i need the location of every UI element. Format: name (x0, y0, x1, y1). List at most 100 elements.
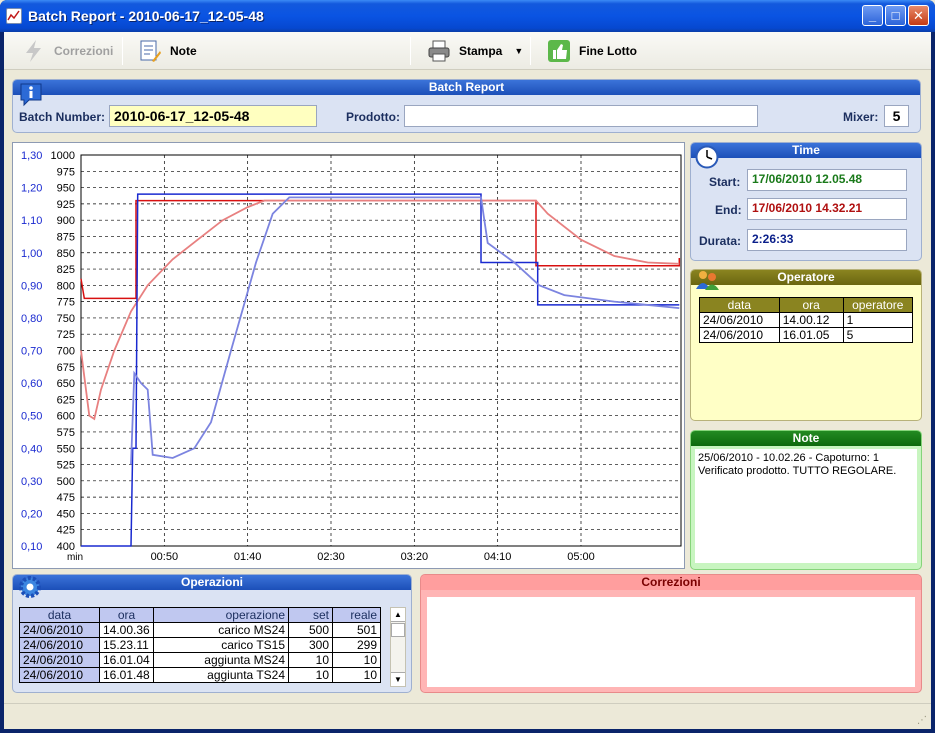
table-row[interactable]: 24/06/2010 16.01.48 aggiunta TS24 10 10 (19, 667, 381, 683)
x-tick-label: 01:40 (234, 551, 262, 563)
y-right-tick-label: 1,30 (21, 150, 42, 162)
table-cell: 10 (288, 652, 333, 668)
end-label: End: (715, 203, 742, 217)
client-area: Correzioni Note Stampa ▼ Fine Lotto Batc… (4, 32, 931, 729)
operazioni-col-set[interactable]: set (288, 607, 333, 623)
window-title: Batch Report - 2010-06-17_12-05-48 (28, 8, 264, 24)
y-left-tick-label: 900 (57, 215, 75, 227)
table-cell: 10 (332, 667, 381, 683)
mixer-label: Mixer: (843, 110, 879, 124)
y-right-tick-label: 0,90 (21, 280, 42, 292)
table-row[interactable]: 24/06/2010 16.01.04 aggiunta MS24 10 10 (19, 652, 381, 668)
operatore-col-operatore[interactable]: operatore (842, 297, 914, 313)
info-icon (19, 81, 43, 110)
table-row[interactable]: 24/06/2010 15.23.11 carico TS15 300 299 (19, 637, 381, 653)
y-right-tick-label: 1,00 (21, 248, 42, 260)
y-right-tick-label: 1,20 (21, 183, 42, 195)
operazioni-col-operazione[interactable]: operazione (153, 607, 289, 623)
batch-report-panel: Batch Report Batch Number: 2010-06-17_12… (12, 79, 921, 133)
durata-field[interactable]: 2:26:33 (747, 229, 907, 251)
end-field[interactable]: 17/06/2010 14.32.21 (747, 198, 907, 220)
scroll-thumb[interactable] (391, 623, 405, 637)
y-left-tick-label: 625 (57, 394, 75, 406)
correzioni-button[interactable]: Correzioni (22, 37, 113, 65)
y-left-tick-label: 975 (57, 166, 75, 178)
y-left-tick-label: 675 (57, 362, 75, 374)
table-cell: aggiunta TS24 (153, 667, 289, 683)
fine-lotto-button[interactable]: Fine Lotto (547, 37, 637, 65)
table-cell: carico TS15 (153, 637, 289, 653)
table-cell: 5 (842, 327, 914, 343)
y-left-tick-label: 650 (57, 378, 75, 390)
mixer-field[interactable]: 5 (884, 105, 909, 127)
time-header: Time (691, 143, 921, 158)
note-text-area[interactable]: 25/06/2010 - 10.02.26 - Capoturno: 1 Ver… (695, 449, 917, 563)
x-tick-label: 05:00 (567, 551, 595, 563)
table-cell: 24/06/2010 (699, 327, 780, 343)
scroll-up-icon[interactable]: ▲ (391, 608, 405, 622)
table-cell: 14.00.12 (778, 312, 844, 328)
table-cell: 24/06/2010 (19, 652, 100, 668)
operazioni-table: data ora operazione set reale 24/06/2010… (19, 607, 381, 683)
toolbar: Correzioni Note Stampa ▼ Fine Lotto (4, 32, 931, 70)
table-row[interactable]: 24/06/2010 14.00.36 carico MS24 500 501 (19, 622, 381, 638)
y-left-tick-label: 800 (57, 280, 75, 292)
table-row[interactable]: 24/06/2010 14.00.12 1 (699, 312, 914, 328)
table-row[interactable]: 24/06/2010 16.01.05 5 (699, 327, 914, 343)
operazioni-col-data[interactable]: data (19, 607, 100, 623)
y-left-tick-label: 500 (57, 476, 75, 488)
operatore-table: data ora operatore 24/06/2010 14.00.12 1… (699, 297, 914, 343)
clock-icon (695, 145, 719, 172)
y-left-tick-label: 525 (57, 460, 75, 472)
start-field[interactable]: 17/06/2010 12.05.48 (747, 169, 907, 191)
chevron-down-icon[interactable]: ▼ (514, 46, 523, 56)
y-left-tick-label: 825 (57, 264, 75, 276)
y-left-tick-label: 600 (57, 411, 75, 423)
close-button[interactable]: ✕ (908, 5, 929, 26)
operatore-col-ora[interactable]: ora (778, 297, 844, 313)
table-cell: 501 (332, 622, 381, 638)
minimize-button[interactable]: _ (862, 5, 883, 26)
y-left-tick-label: 725 (57, 329, 75, 341)
batch-number-label: Batch Number: (19, 110, 106, 124)
table-cell: aggiunta MS24 (153, 652, 289, 668)
x-tick-label: 00:50 (151, 551, 179, 563)
correzioni-text-area[interactable] (427, 597, 915, 687)
x-tick-label: 04:10 (484, 551, 512, 563)
y-right-tick-label: 0,60 (21, 378, 42, 390)
table-cell: 300 (288, 637, 333, 653)
table-cell: 24/06/2010 (19, 637, 100, 653)
maximize-button[interactable]: □ (885, 5, 906, 26)
prodotto-field[interactable] (404, 105, 758, 127)
scroll-down-icon[interactable]: ▼ (391, 672, 405, 686)
table-cell: 24/06/2010 (19, 622, 100, 638)
operatore-header: Operatore (691, 270, 921, 285)
note-header: Note (691, 431, 921, 446)
chart-panel: 1000 975 950 925 900 875 850 825 800 775 750 725 700… (12, 85, 685, 569)
operatore-col-data[interactable]: data (699, 297, 780, 313)
y-right-tick-label: 1,10 (21, 215, 42, 227)
stampa-button[interactable]: Stampa ▼ (427, 37, 523, 65)
app-chart-icon (6, 8, 22, 24)
batch-number-field[interactable]: 2010-06-17_12-05-48 (109, 105, 317, 127)
toolbar-separator (530, 37, 531, 65)
stampa-label: Stampa (459, 44, 503, 58)
resize-grip-icon[interactable]: ⋰ (917, 715, 927, 726)
y-left-tick-label: 1000 (51, 150, 75, 162)
toolbar-separator (122, 37, 123, 65)
operazioni-scrollbar[interactable]: ▲ ▼ (390, 607, 406, 687)
y-right-tick-label: 0,50 (21, 411, 42, 423)
titlebar[interactable]: Batch Report - 2010-06-17_12-05-48 _ □ ✕ (0, 0, 935, 32)
x-tick-label: 02:30 (317, 551, 345, 563)
note-button[interactable]: Note (138, 37, 197, 65)
operazioni-col-reale[interactable]: reale (332, 607, 381, 623)
table-cell: 1 (842, 312, 914, 328)
y-right-tick-label: 0,40 (21, 443, 42, 455)
operazioni-col-ora[interactable]: ora (99, 607, 154, 623)
fine-lotto-label: Fine Lotto (579, 44, 637, 58)
note-edit-icon (138, 39, 162, 63)
durata-label: Durata: (699, 234, 742, 248)
printer-icon (427, 39, 451, 63)
status-bar: ⋰ (4, 703, 931, 729)
correzioni-panel: Correzioni (420, 574, 922, 693)
